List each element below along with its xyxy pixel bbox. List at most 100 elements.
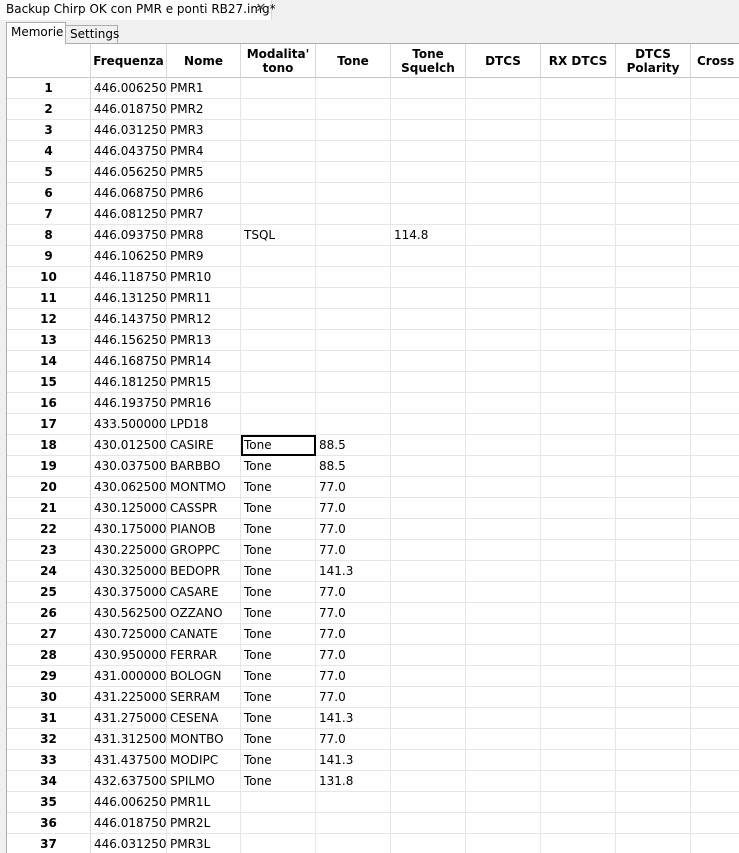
row-number[interactable]: 31	[7, 708, 91, 729]
name-cell[interactable]: PMR5	[167, 162, 241, 183]
empty-cell[interactable]	[616, 687, 691, 708]
name-cell[interactable]: GROPPC	[167, 540, 241, 561]
empty-cell[interactable]	[466, 309, 541, 330]
row-number[interactable]: 6	[7, 183, 91, 204]
tone-cell[interactable]	[316, 792, 391, 813]
name-cell[interactable]: PIANOB	[167, 519, 241, 540]
empty-cell[interactable]	[616, 309, 691, 330]
row-number[interactable]: 15	[7, 372, 91, 393]
empty-cell[interactable]	[691, 834, 739, 853]
empty-cell[interactable]	[466, 456, 541, 477]
tone-mode-cell[interactable]	[241, 78, 316, 99]
tone-mode-cell[interactable]: Tone	[241, 624, 316, 645]
frequency-cell[interactable]: 446.156250	[91, 330, 167, 351]
tone-mode-cell[interactable]	[241, 351, 316, 372]
frequency-cell[interactable]: 433.500000	[91, 414, 167, 435]
tone-squelch-cell[interactable]	[391, 204, 466, 225]
tone-cell[interactable]	[316, 225, 391, 246]
empty-cell[interactable]	[616, 771, 691, 792]
tone-cell[interactable]: 77.0	[316, 582, 391, 603]
empty-cell[interactable]	[691, 78, 739, 99]
empty-cell[interactable]	[541, 708, 616, 729]
empty-cell[interactable]	[541, 414, 616, 435]
tone-cell[interactable]	[316, 309, 391, 330]
name-cell[interactable]: PMR8	[167, 225, 241, 246]
tone-mode-cell[interactable]: Tone	[241, 561, 316, 582]
empty-cell[interactable]	[616, 456, 691, 477]
tone-mode-cell[interactable]	[241, 309, 316, 330]
tone-squelch-cell[interactable]: 114.8	[391, 225, 466, 246]
table-row[interactable]: 23 430.225000 GROPPC Tone 77.0	[7, 540, 739, 561]
frequency-cell[interactable]: 446.031250	[91, 834, 167, 853]
empty-cell[interactable]	[466, 372, 541, 393]
tone-mode-cell[interactable]	[241, 792, 316, 813]
name-cell[interactable]: LPD18	[167, 414, 241, 435]
table-row[interactable]: 3 446.031250 PMR3	[7, 120, 739, 141]
empty-cell[interactable]	[466, 771, 541, 792]
tone-mode-cell[interactable]	[241, 204, 316, 225]
row-number[interactable]: 9	[7, 246, 91, 267]
empty-cell[interactable]	[541, 540, 616, 561]
row-number[interactable]: 25	[7, 582, 91, 603]
frequency-cell[interactable]: 446.043750	[91, 141, 167, 162]
row-number[interactable]: 14	[7, 351, 91, 372]
tone-squelch-cell[interactable]	[391, 582, 466, 603]
table-row[interactable]: 31 431.275000 CESENA Tone 141.3	[7, 708, 739, 729]
row-number[interactable]: 34	[7, 771, 91, 792]
tone-squelch-cell[interactable]	[391, 624, 466, 645]
name-cell[interactable]: PMR6	[167, 183, 241, 204]
tone-squelch-cell[interactable]	[391, 309, 466, 330]
empty-cell[interactable]	[691, 540, 739, 561]
empty-cell[interactable]	[466, 750, 541, 771]
frequency-cell[interactable]: 430.062500	[91, 477, 167, 498]
frequency-cell[interactable]: 446.068750	[91, 183, 167, 204]
empty-cell[interactable]	[616, 792, 691, 813]
tone-squelch-cell[interactable]	[391, 834, 466, 853]
empty-cell[interactable]	[466, 687, 541, 708]
tone-mode-cell[interactable]	[241, 246, 316, 267]
name-cell[interactable]: CASIRE	[167, 435, 241, 456]
empty-cell[interactable]	[541, 225, 616, 246]
empty-cell[interactable]	[466, 519, 541, 540]
file-tab[interactable]: Backup Chirp OK con PMR e ponti RB27.img…	[0, 0, 276, 20]
tone-mode-cell[interactable]	[241, 267, 316, 288]
row-number[interactable]: 17	[7, 414, 91, 435]
name-cell[interactable]: PMR2L	[167, 813, 241, 834]
empty-cell[interactable]	[691, 771, 739, 792]
row-number[interactable]: 19	[7, 456, 91, 477]
tone-cell[interactable]	[316, 813, 391, 834]
row-number[interactable]: 23	[7, 540, 91, 561]
tone-squelch-cell[interactable]	[391, 435, 466, 456]
tone-cell[interactable]: 88.5	[316, 435, 391, 456]
name-cell[interactable]: BARBBO	[167, 456, 241, 477]
row-number[interactable]: 24	[7, 561, 91, 582]
frequency-cell[interactable]: 446.056250	[91, 162, 167, 183]
empty-cell[interactable]	[466, 603, 541, 624]
tone-mode-cell[interactable]: Tone	[241, 477, 316, 498]
tone-cell[interactable]	[316, 183, 391, 204]
name-cell[interactable]: BOLOGN	[167, 666, 241, 687]
tone-squelch-cell[interactable]	[391, 120, 466, 141]
empty-cell[interactable]	[466, 99, 541, 120]
empty-cell[interactable]	[616, 729, 691, 750]
tone-squelch-cell[interactable]	[391, 372, 466, 393]
tone-squelch-cell[interactable]	[391, 183, 466, 204]
empty-cell[interactable]	[616, 288, 691, 309]
frequency-cell[interactable]: 430.012500	[91, 435, 167, 456]
table-row[interactable]: 33 431.437500 MODIPC Tone 141.3	[7, 750, 739, 771]
tone-squelch-cell[interactable]	[391, 78, 466, 99]
frequency-cell[interactable]: 430.375000	[91, 582, 167, 603]
column-header-tone-squelch[interactable]: Tone Squelch	[391, 44, 466, 78]
tone-cell[interactable]: 141.3	[316, 708, 391, 729]
empty-cell[interactable]	[616, 414, 691, 435]
table-row[interactable]: 21 430.125000 CASSPR Tone 77.0	[7, 498, 739, 519]
empty-cell[interactable]	[616, 645, 691, 666]
tone-mode-cell[interactable]: TSQL	[241, 225, 316, 246]
empty-cell[interactable]	[691, 624, 739, 645]
empty-cell[interactable]	[541, 561, 616, 582]
empty-cell[interactable]	[466, 162, 541, 183]
empty-cell[interactable]	[691, 99, 739, 120]
tone-squelch-cell[interactable]	[391, 99, 466, 120]
empty-cell[interactable]	[616, 372, 691, 393]
empty-cell[interactable]	[691, 225, 739, 246]
